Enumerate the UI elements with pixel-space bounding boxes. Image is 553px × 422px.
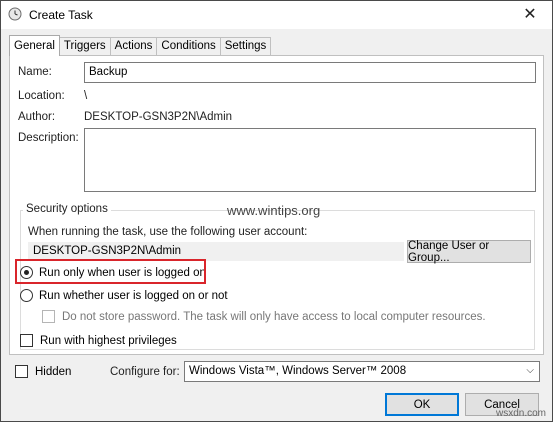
hidden-checkbox[interactable] <box>15 365 28 378</box>
author-value: DESKTOP-GSN3P2N\Admin <box>84 111 233 123</box>
tab-conditions[interactable]: Conditions <box>156 37 221 56</box>
create-task-dialog: Create Task ✕ General Triggers Actions C… <box>0 0 553 422</box>
description-field[interactable] <box>84 128 536 192</box>
name-label: Name: <box>18 66 52 78</box>
security-options-title: Security options <box>23 203 111 215</box>
tab-triggers[interactable]: Triggers <box>58 37 111 56</box>
name-field[interactable]: Backup <box>84 62 536 83</box>
name-value: Backup <box>89 66 128 78</box>
configure-for-label: Configure for: <box>110 366 180 378</box>
change-user-button[interactable]: Change User or Group... <box>407 240 531 264</box>
close-button[interactable]: ✕ <box>510 1 550 27</box>
corner-watermark: wsxdn.com <box>495 408 546 419</box>
checkbox-hidden[interactable]: Hidden <box>15 365 71 378</box>
tab-strip: General Triggers Actions Conditions Sett… <box>9 35 272 56</box>
hidden-label: Hidden <box>35 365 72 378</box>
window-title: Create Task <box>29 8 93 22</box>
description-label: Description: <box>18 132 79 144</box>
title-bar: Create Task ✕ <box>1 1 552 29</box>
highlight-annotation-box <box>15 259 206 284</box>
account-prompt: When running the task, use the following… <box>28 226 308 238</box>
watermark-text: www.wintips.org <box>227 203 321 218</box>
ok-button[interactable]: OK <box>385 393 459 416</box>
highest-privileges-checkbox[interactable] <box>20 334 33 347</box>
task-clock-icon <box>8 7 22 21</box>
configure-for-select[interactable]: Windows Vista™, Windows Server™ 2008 ⌵ <box>184 361 540 382</box>
user-account-value: DESKTOP-GSN3P2N\Admin <box>33 245 182 257</box>
chevron-down-icon: ⌵ <box>526 365 534 376</box>
location-label: Location: <box>18 90 65 102</box>
no-password-checkbox <box>42 310 55 323</box>
checkbox-no-password: Do not store password. The task will onl… <box>42 310 486 323</box>
checkbox-highest-privileges[interactable]: Run with highest privileges <box>20 334 177 347</box>
radio-button-unchecked[interactable] <box>20 289 33 302</box>
close-icon: ✕ <box>523 6 537 23</box>
tab-actions[interactable]: Actions <box>109 37 158 56</box>
configure-for-value: Windows Vista™, Windows Server™ 2008 <box>189 365 407 377</box>
author-label: Author: <box>18 111 56 123</box>
radio-run-whether[interactable]: Run whether user is logged on or not <box>20 289 228 302</box>
location-value: \ <box>84 90 88 102</box>
tab-settings[interactable]: Settings <box>219 37 272 56</box>
tab-general[interactable]: General <box>9 35 60 56</box>
highest-privileges-label: Run with highest privileges <box>40 334 177 347</box>
no-password-label: Do not store password. The task will onl… <box>62 310 486 323</box>
radio-run-whether-label: Run whether user is logged on or not <box>39 289 228 302</box>
